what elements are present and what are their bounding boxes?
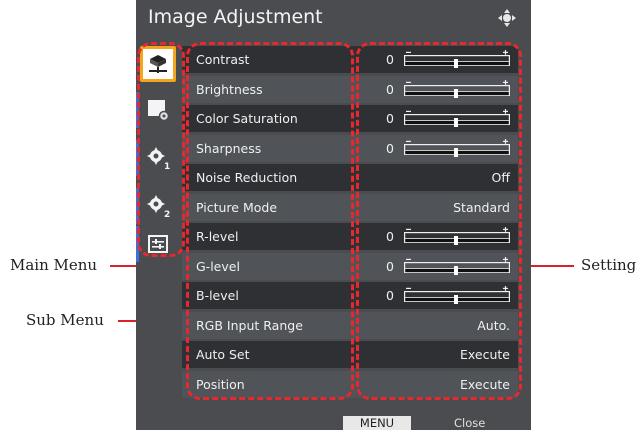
setting-highlight	[356, 42, 522, 400]
setting-callout-label: Setting	[581, 256, 637, 274]
main-menu-highlight	[137, 42, 185, 257]
main-menu-callout-label: Main Menu	[10, 256, 98, 274]
navigation-arrows-icon	[498, 9, 516, 27]
sub-menu-highlight	[186, 42, 354, 400]
close-label: Close	[454, 416, 486, 430]
menu-key-button[interactable]: MENU	[343, 416, 411, 430]
osd-title: Image Adjustment	[148, 6, 323, 28]
sub-menu-callout-label: Sub Menu	[26, 311, 104, 329]
